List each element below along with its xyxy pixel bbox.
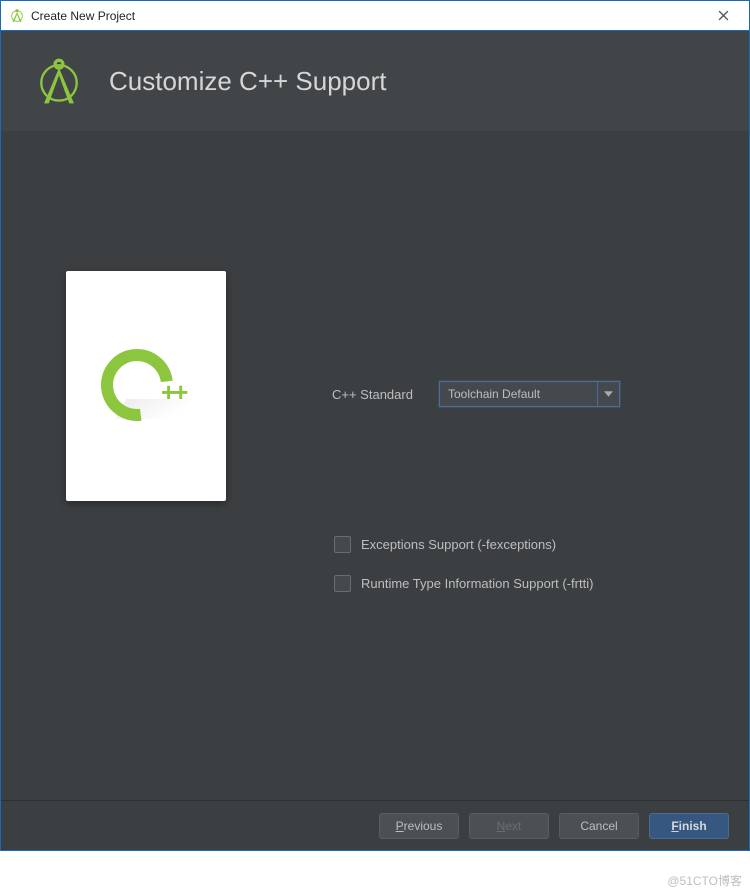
exceptions-support-option: Exceptions Support (-fexceptions)	[334, 536, 556, 553]
cpp-standard-select[interactable]: Toolchain Default	[439, 381, 620, 407]
previous-button[interactable]: Previous	[379, 813, 459, 839]
finish-button[interactable]: Finish	[649, 813, 729, 839]
wizard-header: Customize C++ Support	[1, 31, 749, 131]
android-studio-compass-icon	[31, 53, 87, 109]
close-button[interactable]	[705, 2, 741, 30]
title-bar[interactable]: Create New Project	[1, 1, 749, 31]
cancel-button[interactable]: Cancel	[559, 813, 639, 839]
exceptions-support-label: Exceptions Support (-fexceptions)	[361, 537, 556, 552]
cpp-standard-value: Toolchain Default	[440, 382, 597, 406]
chevron-down-icon	[597, 382, 619, 406]
rtti-support-option: Runtime Type Information Support (-frtti…	[334, 575, 593, 592]
android-studio-icon	[9, 8, 25, 24]
rtti-support-checkbox[interactable]	[334, 575, 351, 592]
cpp-standard-label: C++ Standard	[332, 387, 413, 402]
watermark-text: @51CTO博客	[667, 872, 742, 889]
rtti-support-label: Runtime Type Information Support (-frtti…	[361, 576, 593, 591]
exceptions-support-checkbox[interactable]	[334, 536, 351, 553]
next-button: Next	[469, 813, 549, 839]
wizard-footer: Previous Next Cancel Finish @51CTO博客	[1, 800, 749, 850]
page-title: Customize C++ Support	[109, 66, 386, 97]
preview-card: ++	[66, 271, 226, 501]
create-project-dialog: Create New Project Customize C++ Support…	[0, 0, 750, 851]
wizard-content: ++ C++ Standard Toolchain Default Except…	[1, 131, 749, 800]
cpp-logo-icon: ++	[101, 341, 191, 431]
window-title: Create New Project	[31, 9, 705, 23]
